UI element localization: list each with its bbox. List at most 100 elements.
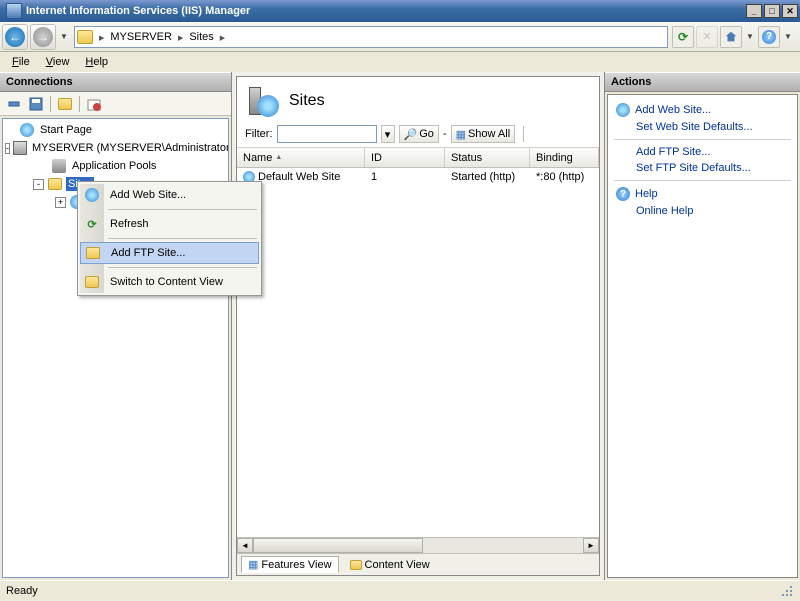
globe-icon xyxy=(20,123,34,137)
window-title: Internet Information Services (IIS) Mana… xyxy=(26,5,250,17)
nav-forward-button[interactable]: → xyxy=(30,24,56,50)
chevron-right-icon[interactable] xyxy=(99,32,104,42)
tree-app-pools[interactable]: Application Pools xyxy=(3,157,228,175)
home-dropdown[interactable]: ▼ xyxy=(744,24,756,50)
expand-toggle[interactable]: + xyxy=(55,197,66,208)
actions-header: Actions xyxy=(605,72,800,92)
connections-toolbar xyxy=(0,92,231,116)
view-tabs: ▦Features View Content View xyxy=(237,553,599,575)
ctx-switch-content-view[interactable]: Switch to Content View xyxy=(80,271,259,293)
home-button[interactable] xyxy=(720,26,742,48)
tree-server[interactable]: -MYSERVER (MYSERVER\Administrator) xyxy=(3,139,228,157)
help-dropdown[interactable]: ▼ xyxy=(782,24,794,50)
help-button[interactable]: ? xyxy=(758,26,780,48)
menubar: File View Help xyxy=(0,52,800,72)
connections-header: Connections xyxy=(0,72,231,92)
ctx-add-ftp-site[interactable]: Add FTP Site... xyxy=(80,242,259,264)
folder-icon xyxy=(85,276,99,288)
home-icon xyxy=(724,30,738,44)
col-id[interactable]: ID xyxy=(365,148,445,167)
nav-history-dropdown[interactable]: ▼ xyxy=(58,24,70,50)
col-binding[interactable]: Binding xyxy=(530,148,599,167)
close-button[interactable]: ✕ xyxy=(782,4,798,18)
app-icon xyxy=(6,3,22,19)
ctx-refresh[interactable]: ⟳Refresh xyxy=(80,213,259,235)
action-set-ftp-defaults[interactable]: Set FTP Site Defaults... xyxy=(612,160,793,176)
scroll-right-button[interactable]: ► xyxy=(583,538,599,553)
globe-icon xyxy=(616,103,630,117)
ctx-add-web-site[interactable]: Add Web Site... xyxy=(80,184,259,206)
sites-icon xyxy=(247,85,279,117)
status-text: Ready xyxy=(6,585,38,597)
go-button[interactable]: 🔎Go xyxy=(399,125,439,143)
refresh-icon: ⟳ xyxy=(678,30,688,44)
stop-icon: ✕ xyxy=(702,30,711,43)
center-panel: Sites Filter: ▾ 🔎Go - ▦Show All Name▲ ID… xyxy=(232,72,605,580)
action-set-web-defaults[interactable]: Set Web Site Defaults... xyxy=(612,119,793,135)
tree-start-page[interactable]: Start Page xyxy=(3,121,228,139)
save-button[interactable] xyxy=(26,95,46,113)
content-icon xyxy=(350,560,362,570)
go-icon: 🔎 xyxy=(404,128,418,141)
menu-file[interactable]: File xyxy=(4,54,38,70)
tab-content-view[interactable]: Content View xyxy=(343,556,437,573)
col-name[interactable]: Name▲ xyxy=(237,148,365,167)
collapse-toggle[interactable]: - xyxy=(5,143,10,154)
help-icon: ? xyxy=(616,187,630,201)
nav-back-button[interactable]: ← xyxy=(2,24,28,50)
breadcrumb: MYSERVER Sites xyxy=(74,26,668,48)
action-online-help[interactable]: Online Help xyxy=(612,203,793,219)
scroll-left-button[interactable]: ◄ xyxy=(237,538,253,553)
maximize-button[interactable]: □ xyxy=(764,4,780,18)
menu-help[interactable]: Help xyxy=(77,54,116,70)
connect-button[interactable] xyxy=(4,95,24,113)
filter-bار: Filter: ▾ 🔎Go - ▦Show All xyxy=(237,121,599,148)
up-button[interactable] xyxy=(55,95,75,113)
statusbar: Ready xyxy=(0,580,800,600)
horizontal-scrollbar[interactable]: ◄ ► xyxy=(237,537,599,553)
delete-connection-button[interactable] xyxy=(84,95,104,113)
action-add-ftp-site[interactable]: Add FTP Site... xyxy=(612,144,793,160)
stop-button: ✕ xyxy=(696,26,718,48)
scroll-thumb[interactable] xyxy=(253,538,423,553)
context-menu: Add Web Site... ⟳Refresh Add FTP Site...… xyxy=(77,181,262,296)
server-icon xyxy=(13,141,27,155)
link-icon xyxy=(7,97,21,111)
folder-icon xyxy=(48,178,62,190)
filter-input[interactable] xyxy=(277,125,377,143)
apppool-icon xyxy=(52,159,66,173)
disk-icon xyxy=(29,97,43,111)
arrow-right-icon: → xyxy=(33,27,53,47)
col-status[interactable]: Status xyxy=(445,148,530,167)
action-add-web-site[interactable]: Add Web Site... xyxy=(612,101,793,119)
chevron-right-icon[interactable] xyxy=(220,32,225,42)
menu-view[interactable]: View xyxy=(38,54,78,70)
globe-icon xyxy=(85,188,99,202)
resize-grip[interactable] xyxy=(780,584,794,598)
breadcrumb-sites[interactable]: Sites xyxy=(185,31,217,43)
sites-grid: Name▲ ID Status Binding Default Web Site… xyxy=(237,148,599,553)
actions-panel: Actions Add Web Site... Set Web Site Def… xyxy=(605,72,800,580)
filter-dropdown[interactable]: ▾ xyxy=(381,125,395,143)
chevron-right-icon[interactable] xyxy=(178,32,183,42)
show-all-button[interactable]: ▦Show All xyxy=(451,125,516,143)
filter-label: Filter: xyxy=(245,128,273,140)
help-icon: ? xyxy=(762,30,776,44)
folder-up-icon xyxy=(58,98,72,110)
collapse-toggle[interactable]: - xyxy=(33,179,44,190)
table-row[interactable]: Default Web Site 1 Started (http) *:80 (… xyxy=(237,168,599,186)
folder-icon xyxy=(77,30,93,44)
breadcrumb-server[interactable]: MYSERVER xyxy=(106,31,176,43)
tab-features-view[interactable]: ▦Features View xyxy=(241,556,339,573)
navbar: ← → ▼ MYSERVER Sites ⟳ ✕ ▼ ? ▼ xyxy=(0,22,800,52)
sort-asc-icon: ▲ xyxy=(275,154,282,161)
action-help[interactable]: ?Help xyxy=(612,185,793,203)
arrow-left-icon: ← xyxy=(5,27,25,47)
page-title: Sites xyxy=(289,92,325,110)
ftp-icon xyxy=(86,247,100,259)
minimize-button[interactable]: _ xyxy=(746,4,762,18)
refresh-button[interactable]: ⟳ xyxy=(672,26,694,48)
showall-icon: ▦ xyxy=(456,128,466,141)
titlebar: Internet Information Services (IIS) Mana… xyxy=(0,0,800,22)
features-icon: ▦ xyxy=(248,558,258,571)
